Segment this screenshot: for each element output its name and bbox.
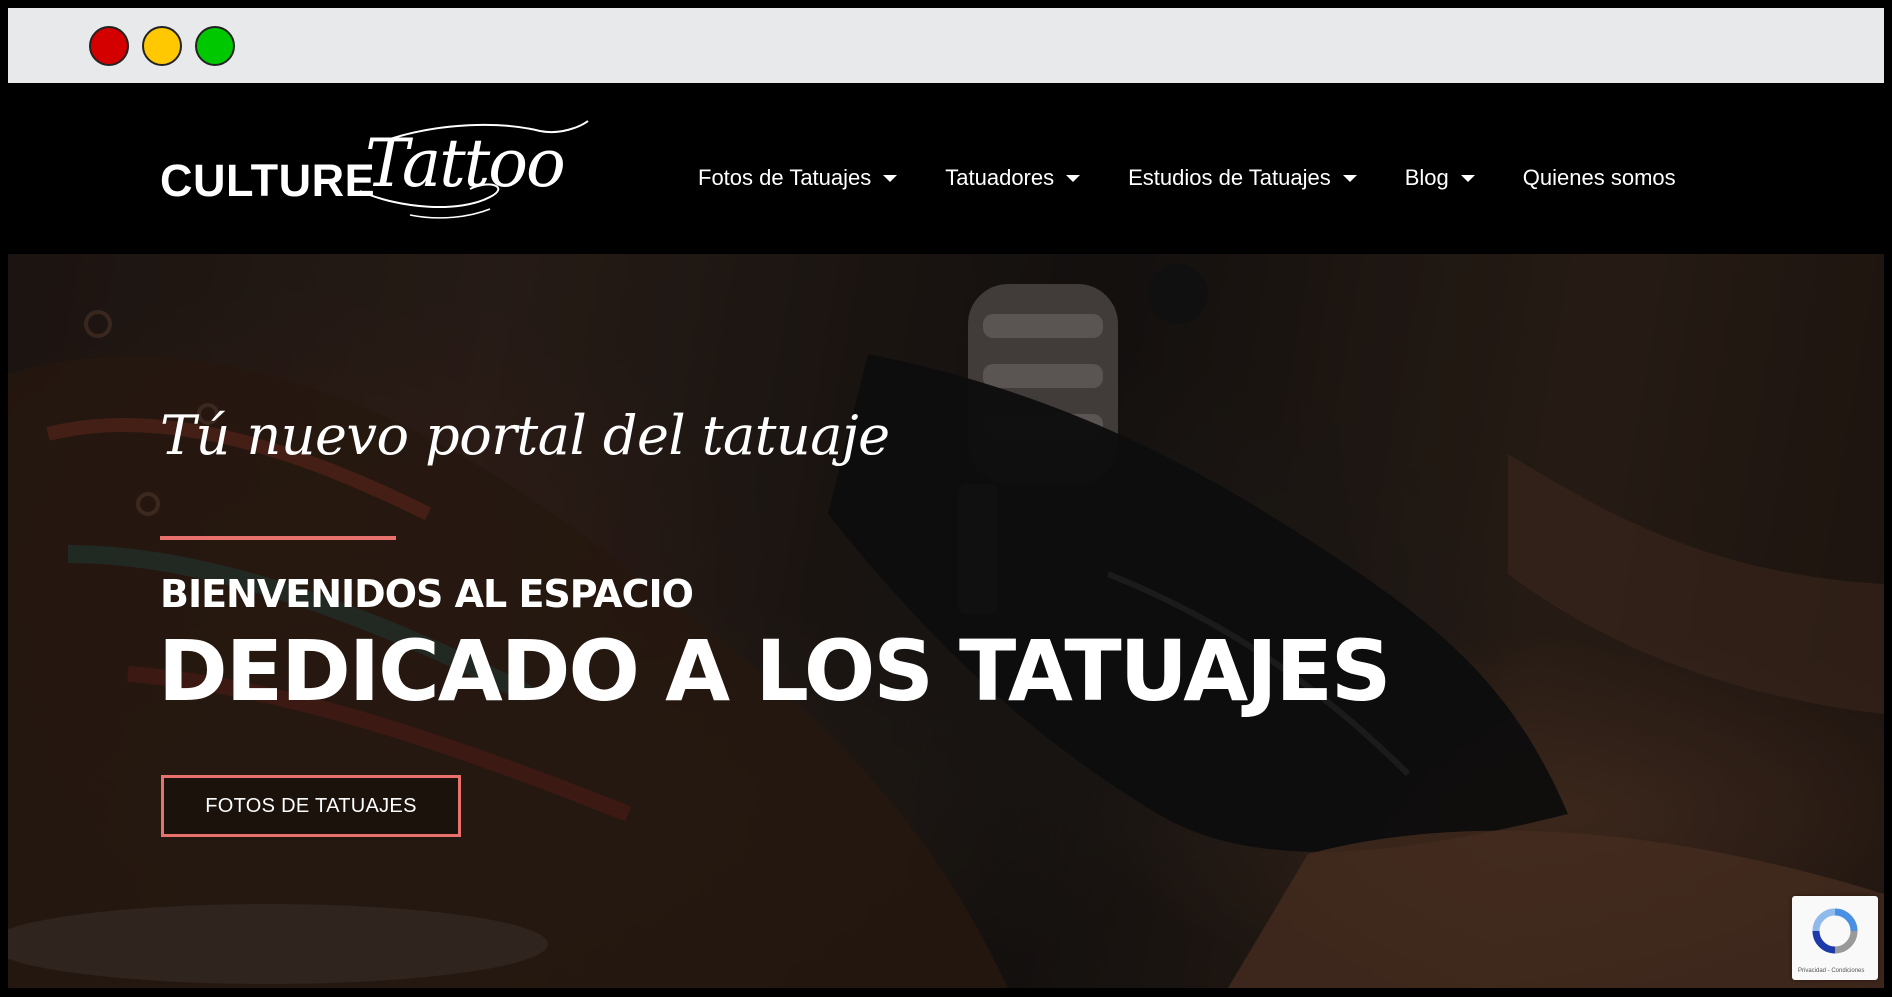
site-header: CULTURE Tattoo Fotos de Tatuajes Tatuado… <box>8 83 1884 254</box>
browser-window: CULTURE Tattoo Fotos de Tatuajes Tatuado… <box>8 8 1884 988</box>
recaptcha-text: Privacidad - Condiciones <box>1798 968 1865 974</box>
minimize-window-button[interactable] <box>142 26 182 66</box>
chevron-down-icon <box>1460 174 1475 182</box>
logo-script: Tattoo <box>365 125 566 202</box>
nav-item-label: Blog <box>1404 165 1449 190</box>
logo-word: CULTURE <box>160 155 376 206</box>
recaptcha-icon <box>1812 908 1858 954</box>
close-window-button[interactable] <box>89 26 129 66</box>
hero-title: DEDICADO A LOS TATUAJES <box>158 622 1391 720</box>
nav-item-label: Fotos de Tatuajes <box>698 165 872 190</box>
nav-item-estudios-de-tatuajes[interactable]: Estudios de Tatuajes <box>1128 165 1357 191</box>
main-nav: Fotos de Tatuajes Tatuadores Estudios de… <box>698 163 1724 193</box>
nav-item-tatuadores[interactable]: Tatuadores <box>945 165 1081 191</box>
maximize-window-button[interactable] <box>195 26 235 66</box>
chevron-down-icon <box>1066 174 1081 182</box>
browser-titlebar <box>8 8 1884 83</box>
nav-item-blog[interactable]: Blog <box>1405 165 1475 191</box>
nav-item-label: Estudios de Tatuajes <box>1128 165 1331 190</box>
hero-subtitle: BIENVENIDOS AL ESPACIO <box>160 572 694 616</box>
hero-background-image <box>8 254 1884 988</box>
fotos-de-tatuajes-button[interactable]: FOTOS DE TATUAJES <box>161 775 461 837</box>
hero-tagline: Tú nuevo portal del tatuaje <box>160 404 890 467</box>
accent-divider <box>160 536 396 540</box>
chevron-down-icon <box>883 174 898 182</box>
chevron-down-icon <box>1342 174 1357 182</box>
nav-item-label: Quienes somos <box>1522 165 1676 190</box>
recaptcha-badge[interactable]: Privacidad - Condiciones <box>1792 896 1878 980</box>
nav-item-quienes-somos[interactable]: Quienes somos <box>1523 165 1676 191</box>
site-logo[interactable]: CULTURE Tattoo <box>160 117 590 227</box>
hero-section: Tú nuevo portal del tatuaje BIENVENIDOS … <box>8 254 1884 988</box>
nav-item-label: Tatuadores <box>945 165 1055 190</box>
nav-item-fotos-de-tatuajes[interactable]: Fotos de Tatuajes <box>698 165 898 191</box>
